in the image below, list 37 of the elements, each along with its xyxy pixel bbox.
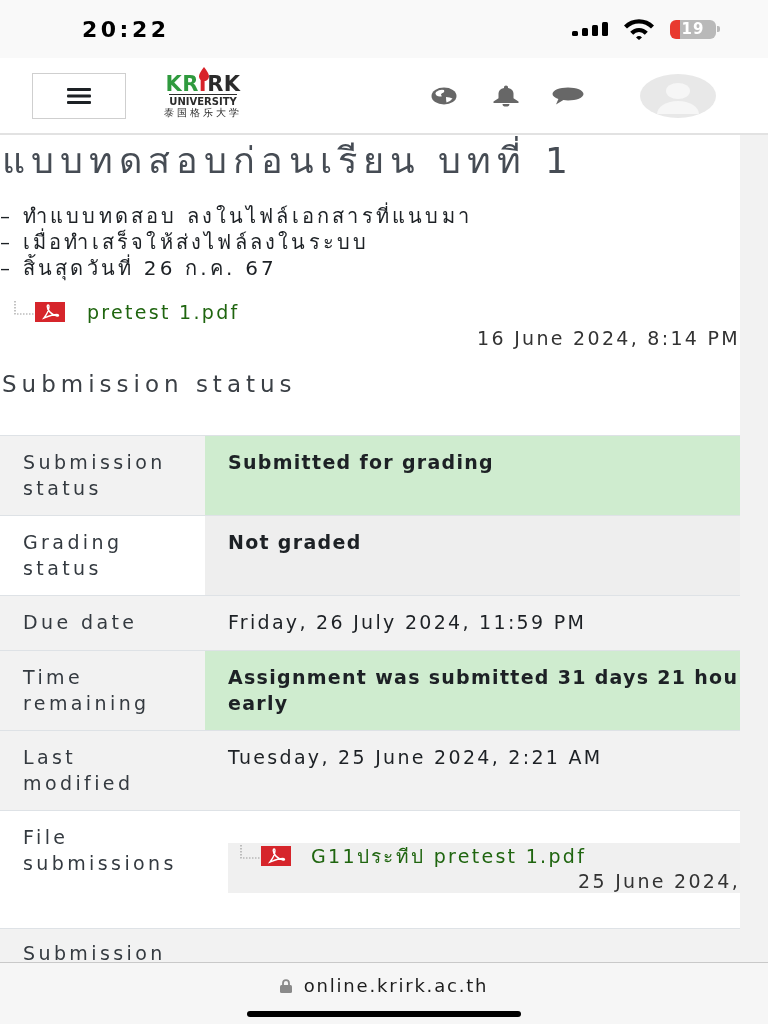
- signal-icon: [572, 22, 608, 36]
- file-link[interactable]: pretest 1.pdf: [87, 299, 240, 325]
- section-heading: Submission status: [1, 370, 298, 399]
- battery-indicator: 19: [670, 19, 720, 39]
- row-value: Tuesday, 25 June 2024, 2:21 AM: [205, 731, 740, 810]
- chat-bubble-icon: [552, 86, 584, 105]
- url-text[interactable]: online.krirk.ac.th: [303, 975, 489, 997]
- lock-icon: [279, 979, 292, 993]
- instruction-line: – เมื่อทำเสร็จให้ส่งไฟล์ลงในระบบ: [0, 229, 371, 254]
- menu-icon: [67, 87, 91, 104]
- tree-line-icon: [14, 301, 34, 315]
- instruction-line: – สิ้นสุดวันที่ 26 ก.ค. 67: [0, 255, 279, 281]
- globe-icon: [431, 86, 457, 105]
- file-date: 25 June 2024,: [577, 869, 740, 893]
- row-value: Friday, 26 July 2024, 11:59 PM: [205, 596, 740, 650]
- logo-subtitle: UNIVERSITY: [169, 93, 237, 107]
- row-value: Submitted for grading: [205, 436, 740, 515]
- row-label: Submission status: [0, 436, 205, 515]
- wifi-icon: [624, 18, 654, 40]
- row-value: Assignment was submitted 31 days 21 hou early: [205, 651, 740, 730]
- row-label: Time remaining: [0, 651, 205, 730]
- file-date: 16 June 2024, 8:14 PM: [476, 326, 740, 350]
- tree-line-icon: [240, 845, 260, 859]
- status-time: 20:22: [82, 16, 170, 42]
- pdf-file-icon: [35, 302, 65, 322]
- logo-chinese-text: 泰国格乐大学: [164, 106, 242, 118]
- pdf-file-icon: [261, 846, 291, 866]
- row-label: Due date: [0, 596, 205, 650]
- menu-button[interactable]: [32, 72, 126, 119]
- bell-icon: [492, 84, 520, 107]
- logo-wordmark: KRIRK: [165, 73, 241, 94]
- page-title: แบบทดสอบก่อนเรียน บทที่ 1: [0, 135, 740, 187]
- row-label: Last modified: [0, 731, 205, 810]
- instruction-line: – ทำแบบทดสอบ ลงในไฟล์เอกสารที่แนบมา: [0, 203, 473, 228]
- row-value: Not graded: [205, 516, 740, 595]
- file-link[interactable]: G11ประทีป pretest 1.pdf: [311, 843, 587, 869]
- row-label: Submission: [0, 929, 205, 962]
